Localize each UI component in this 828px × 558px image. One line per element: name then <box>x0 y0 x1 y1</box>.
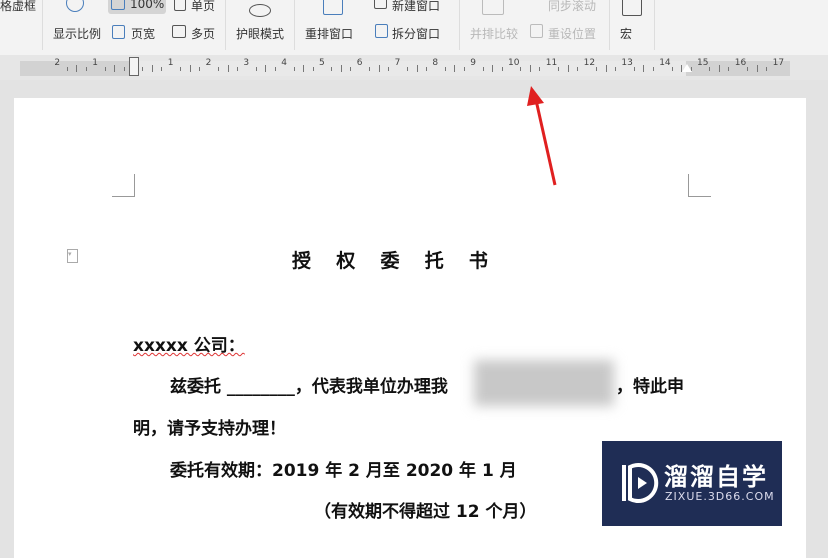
watermark-url: ZIXUE.3D66.COM <box>665 490 775 503</box>
watermark-logo: 溜溜自学 ZIXUE.3D66.COM <box>602 441 782 526</box>
watermark-name: 溜溜自学 <box>664 463 768 491</box>
arrow-shaft <box>534 99 557 186</box>
arrow-head <box>527 86 544 106</box>
play-logo-icon <box>622 463 659 503</box>
